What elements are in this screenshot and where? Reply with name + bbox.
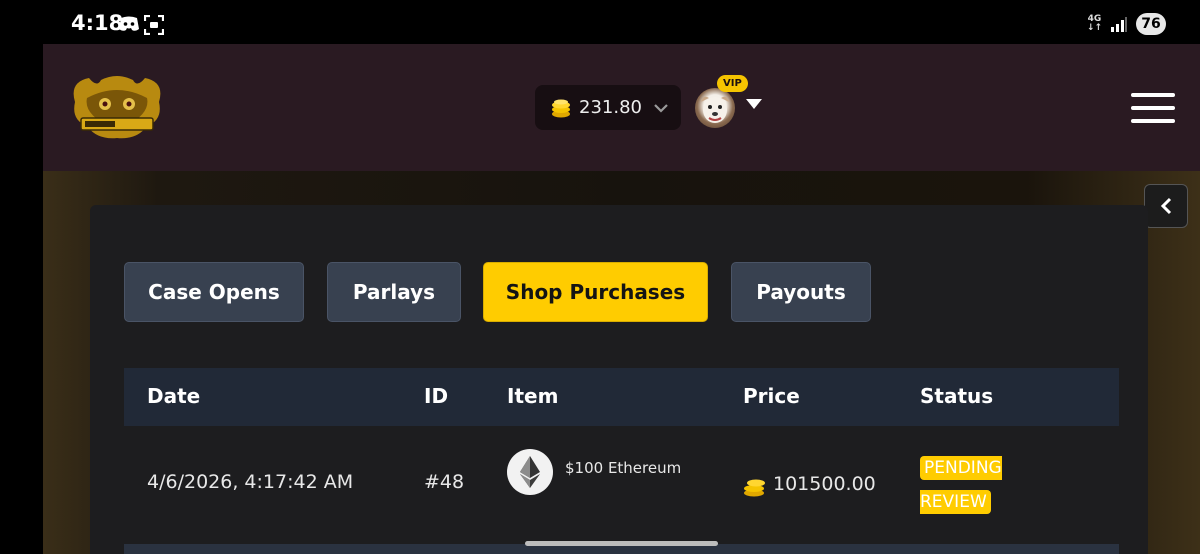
coins-icon (744, 479, 765, 497)
purchase-date: 4/6/2026, 4:17:42 AM (147, 471, 354, 493)
purchase-id: #48 (424, 471, 465, 493)
history-panel: Case Opens Parlays Shop Purchases Payout… (90, 205, 1148, 554)
battery-indicator: 76 (1136, 13, 1166, 35)
coins-icon (552, 99, 570, 117)
column-header-item: Item (507, 384, 559, 408)
purchase-price: 101500.00 (773, 473, 876, 495)
purchase-item-name: $100 Ethereum (565, 459, 682, 477)
menu-line (1131, 106, 1175, 110)
system-status-bar: 4:18 4G ↓↑ 76 (0, 0, 1200, 44)
menu-line (1131, 119, 1175, 123)
site-header: 231.80 VIP (43, 44, 1200, 171)
app-window: 231.80 VIP Case Opens Parlays Shop Purch… (43, 44, 1200, 554)
user-menu[interactable]: VIP (695, 75, 775, 132)
balance-dropdown[interactable]: 231.80 (535, 85, 681, 130)
tab-parlays[interactable]: Parlays (327, 262, 461, 322)
gesture-home-bar (525, 541, 718, 546)
discord-icon (119, 16, 139, 31)
ethereum-icon (507, 449, 553, 495)
network-type: 4G ↓↑ (1086, 14, 1102, 33)
avatar[interactable] (695, 88, 735, 128)
screenshot-icon (144, 15, 164, 35)
sidebar-toggle-button[interactable] (1144, 184, 1188, 228)
column-header-status: Status (920, 384, 994, 408)
site-logo[interactable] (67, 72, 167, 144)
balance-amount: 231.80 (579, 97, 642, 118)
column-header-price: Price (743, 384, 800, 408)
chevron-left-icon (1160, 197, 1172, 215)
column-header-id: ID (424, 384, 449, 408)
tab-payouts[interactable]: Payouts (731, 262, 871, 322)
menu-line (1131, 93, 1175, 97)
dog-avatar-image (701, 96, 729, 123)
signal-icon (1111, 17, 1127, 32)
chevron-down-icon (654, 103, 668, 113)
column-header-date: Date (147, 384, 201, 408)
hamburger-menu-button[interactable] (1131, 93, 1177, 125)
table-header: Date ID Item Price Status (124, 368, 1119, 426)
caret-down-icon (746, 99, 762, 109)
tab-shop-purchases[interactable]: Shop Purchases (483, 262, 708, 322)
tab-case-opens[interactable]: Case Opens (124, 262, 304, 322)
status-time: 4:18 (71, 11, 124, 35)
status-badge: PENDING REVIEW (920, 456, 1002, 514)
table-row: 4/6/2026, 4:17:42 AM #48 $100 Ethereum 1… (124, 426, 1119, 544)
vip-badge: VIP (717, 75, 748, 92)
